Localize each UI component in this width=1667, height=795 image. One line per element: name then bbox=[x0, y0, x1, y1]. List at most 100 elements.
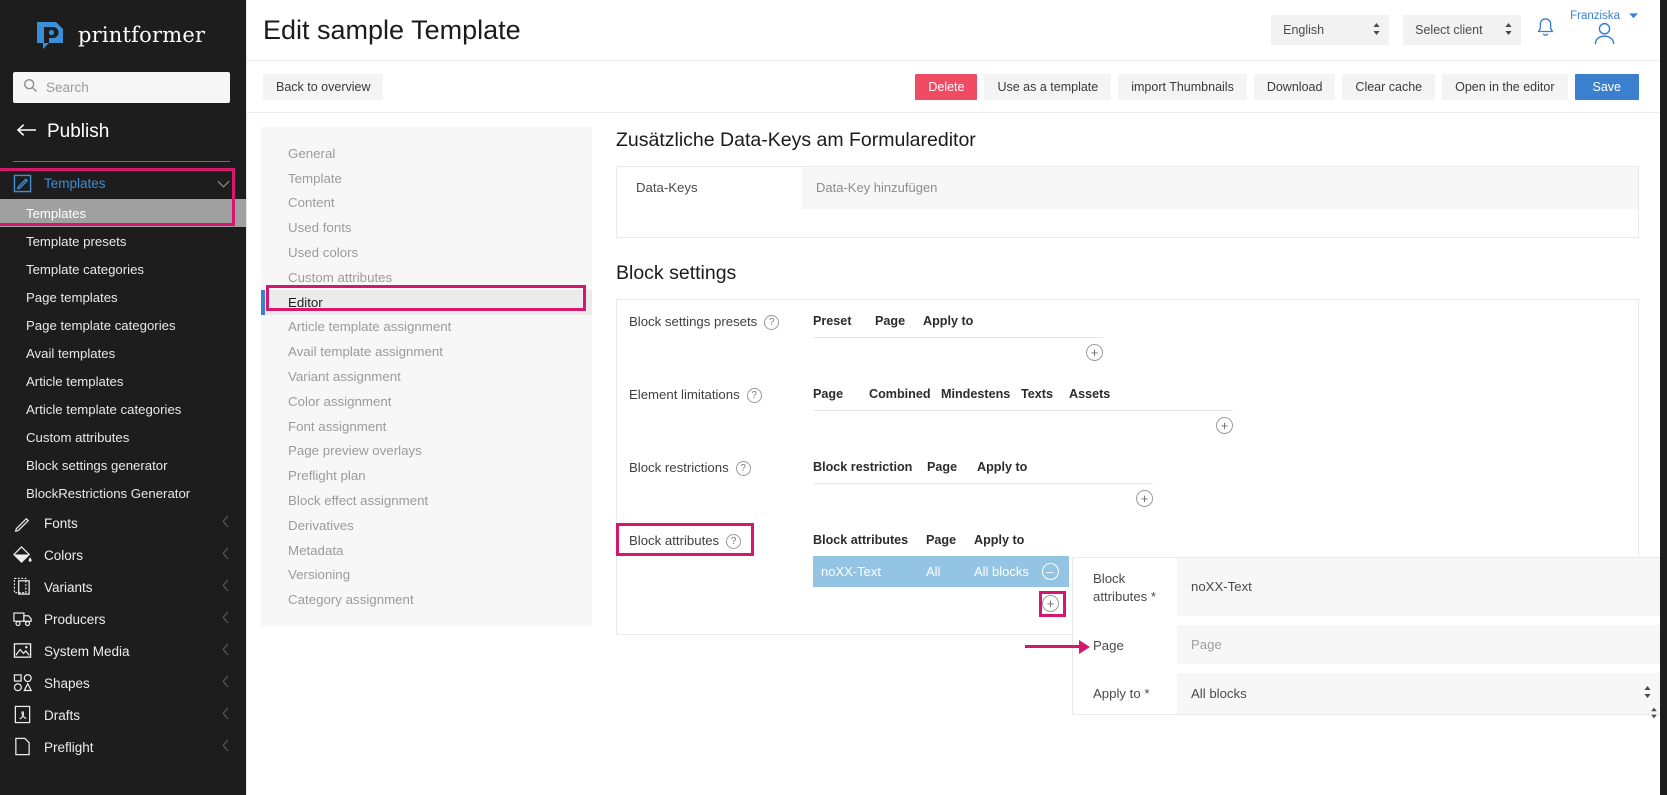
sidebar-item-shapes[interactable]: Shapes bbox=[0, 667, 246, 699]
sidebar-item-producers[interactable]: Producers bbox=[0, 603, 246, 635]
section-nav-item-derivatives[interactable]: Derivatives bbox=[261, 513, 592, 538]
language-select[interactable]: English bbox=[1271, 15, 1389, 45]
sidebar-item-template-presets[interactable]: Template presets bbox=[0, 227, 246, 255]
section-nav-item-preflight-plan[interactable]: Preflight plan bbox=[261, 463, 592, 488]
detail-label-apply-to: Apply to * bbox=[1073, 673, 1177, 714]
sidebar-item-system-media[interactable]: System Media bbox=[0, 635, 246, 667]
chevron-left-icon bbox=[222, 611, 230, 627]
section-nav-item-article-template-assignment[interactable]: Article template assignment bbox=[261, 315, 592, 340]
section-nav-item-editor[interactable]: Editor bbox=[261, 290, 592, 315]
block-settings-presets-row: Block settings presets ? Preset Page App… bbox=[617, 300, 1638, 361]
sidebar-item-block-settings-generator[interactable]: Block settings generator bbox=[0, 451, 246, 479]
delete-button[interactable]: Delete bbox=[915, 74, 977, 100]
table-row[interactable]: noXX-Text All All blocks – bbox=[813, 556, 1069, 587]
plus-circle-icon[interactable]: + bbox=[1216, 417, 1233, 434]
page-title: Edit sample Template bbox=[255, 15, 521, 46]
col-combined: Combined bbox=[869, 387, 941, 410]
client-select[interactable]: Select client bbox=[1403, 15, 1521, 45]
open-in-editor-button[interactable]: Open in the editor bbox=[1442, 74, 1567, 100]
chevron-left-icon bbox=[222, 515, 230, 531]
section-nav-item-versioning[interactable]: Versioning bbox=[261, 563, 592, 588]
plus-circle-icon[interactable]: + bbox=[1086, 344, 1103, 361]
bell-icon[interactable] bbox=[1535, 16, 1556, 44]
block-attributes-add-row: + bbox=[813, 587, 1069, 612]
section-nav-item-color-assignment[interactable]: Color assignment bbox=[261, 389, 592, 414]
datakeys-input[interactable]: Data-Key hinzufügen bbox=[802, 167, 1638, 209]
section-nav-item-content[interactable]: Content bbox=[261, 191, 592, 216]
detail-field-apply-to: Apply to * All blocks bbox=[1073, 673, 1666, 714]
plus-circle-icon[interactable]: + bbox=[1042, 595, 1059, 612]
back-to-overview-button[interactable]: Back to overview bbox=[263, 74, 383, 100]
section-nav-item-general[interactable]: General bbox=[261, 141, 592, 166]
search-box[interactable] bbox=[13, 72, 230, 103]
minus-circle-icon[interactable]: – bbox=[1042, 563, 1059, 580]
search-input[interactable] bbox=[46, 80, 220, 95]
plus-circle-icon[interactable]: + bbox=[1136, 490, 1153, 507]
detail-select-apply-to[interactable]: All blocks bbox=[1177, 673, 1666, 714]
section-nav-label: Preflight plan bbox=[288, 468, 366, 483]
publish-back-link[interactable]: Publish bbox=[0, 103, 246, 151]
save-button[interactable]: Save bbox=[1575, 74, 1640, 100]
section-nav-item-template[interactable]: Template bbox=[261, 166, 592, 191]
updown-stepper-icon bbox=[1372, 22, 1381, 39]
app-root: printformer Publish bbox=[0, 0, 1667, 795]
sidebar-item-fonts[interactable]: Fonts bbox=[0, 507, 246, 539]
section-nav: General Template Content Used fonts Used… bbox=[261, 127, 592, 626]
sidebar-item-custom-attributes[interactable]: Custom attributes bbox=[0, 423, 246, 451]
section-nav-item-used-colors[interactable]: Used colors bbox=[261, 240, 592, 265]
section-nav-label: Avail template assignment bbox=[288, 344, 443, 359]
updown-stepper-icon bbox=[1504, 22, 1513, 39]
annotation-arrow-line bbox=[1025, 645, 1081, 648]
section-nav-item-font-assignment[interactable]: Font assignment bbox=[261, 414, 592, 439]
sidebar-item-variants[interactable]: Variants bbox=[0, 571, 246, 603]
sidebar-item-custom-attributes-label: Custom attributes bbox=[26, 430, 129, 445]
question-mark-icon[interactable]: ? bbox=[764, 315, 779, 330]
detail-input-page[interactable]: Page bbox=[1177, 625, 1666, 665]
section-nav-label: Custom attributes bbox=[288, 270, 392, 285]
col-page: Page bbox=[813, 387, 869, 410]
pencil-icon bbox=[13, 513, 33, 533]
question-mark-icon[interactable]: ? bbox=[726, 534, 741, 549]
user-menu[interactable]: Franziska bbox=[1570, 10, 1639, 51]
datakeys-row: Data-Keys Data-Key hinzufügen bbox=[617, 167, 1638, 209]
detail-input-block-attributes[interactable]: noXX-Text bbox=[1177, 558, 1666, 616]
block-restrictions-header: Block restriction Page Apply to bbox=[813, 460, 1153, 484]
annotation-arrow-head bbox=[1079, 640, 1090, 654]
sidebar-item-page-template-categories[interactable]: Page template categories bbox=[0, 311, 246, 339]
sidebar-item-template-categories[interactable]: Template categories bbox=[0, 255, 246, 283]
sidebar-item-blockrestrictions-generator-label: BlockRestrictions Generator bbox=[26, 486, 190, 501]
section-nav-label: Used colors bbox=[288, 245, 358, 260]
element-limitations-body: Page Combined Mindestens Texts Assets + bbox=[813, 387, 1638, 434]
sidebar-item-colors[interactable]: Colors bbox=[0, 539, 246, 571]
printformer-logo-icon bbox=[30, 16, 68, 54]
sidebar-item-blockrestrictions-generator[interactable]: BlockRestrictions Generator bbox=[0, 479, 246, 507]
clear-cache-button[interactable]: Clear cache bbox=[1342, 74, 1435, 100]
brand[interactable]: printformer bbox=[0, 0, 246, 68]
block-settings-presets-add-row: + bbox=[813, 338, 1103, 361]
question-mark-icon[interactable]: ? bbox=[736, 461, 751, 476]
vertical-scrollbar[interactable] bbox=[1650, 706, 1658, 720]
sidebar-item-avail-templates[interactable]: Avail templates bbox=[0, 339, 246, 367]
sidebar-item-fonts-label: Fonts bbox=[44, 516, 78, 531]
sidebar-item-article-templates[interactable]: Article templates bbox=[0, 367, 246, 395]
sidebar-item-templates[interactable]: Templates bbox=[0, 199, 246, 227]
section-nav-item-category-assignment[interactable]: Category assignment bbox=[261, 587, 592, 612]
section-nav-item-avail-template-assignment[interactable]: Avail template assignment bbox=[261, 339, 592, 364]
section-nav-item-custom-attributes[interactable]: Custom attributes bbox=[261, 265, 592, 290]
section-nav-item-metadata[interactable]: Metadata bbox=[261, 538, 592, 563]
element-limitations-row: Element limitations ? Page Combined Mind… bbox=[617, 361, 1638, 434]
import-thumbnails-button[interactable]: import Thumbnails bbox=[1118, 74, 1247, 100]
use-as-template-button[interactable]: Use as a template bbox=[984, 74, 1111, 100]
download-button[interactable]: Download bbox=[1254, 74, 1336, 100]
sidebar-item-page-templates[interactable]: Page templates bbox=[0, 283, 246, 311]
block-settings-presets-header: Preset Page Apply to bbox=[813, 314, 1103, 338]
sidebar-item-article-template-categories[interactable]: Article template categories bbox=[0, 395, 246, 423]
sidebar-item-drafts[interactable]: Drafts bbox=[0, 699, 246, 731]
section-nav-item-used-fonts[interactable]: Used fonts bbox=[261, 215, 592, 240]
sidebar-group-templates[interactable]: Templates bbox=[0, 168, 246, 199]
sidebar-item-preflight[interactable]: Preflight bbox=[0, 731, 246, 763]
section-nav-item-page-preview-overlays[interactable]: Page preview overlays bbox=[261, 439, 592, 464]
question-mark-icon[interactable]: ? bbox=[747, 388, 762, 403]
section-nav-item-block-effect-assignment[interactable]: Block effect assignment bbox=[261, 488, 592, 513]
section-nav-item-variant-assignment[interactable]: Variant assignment bbox=[261, 364, 592, 389]
